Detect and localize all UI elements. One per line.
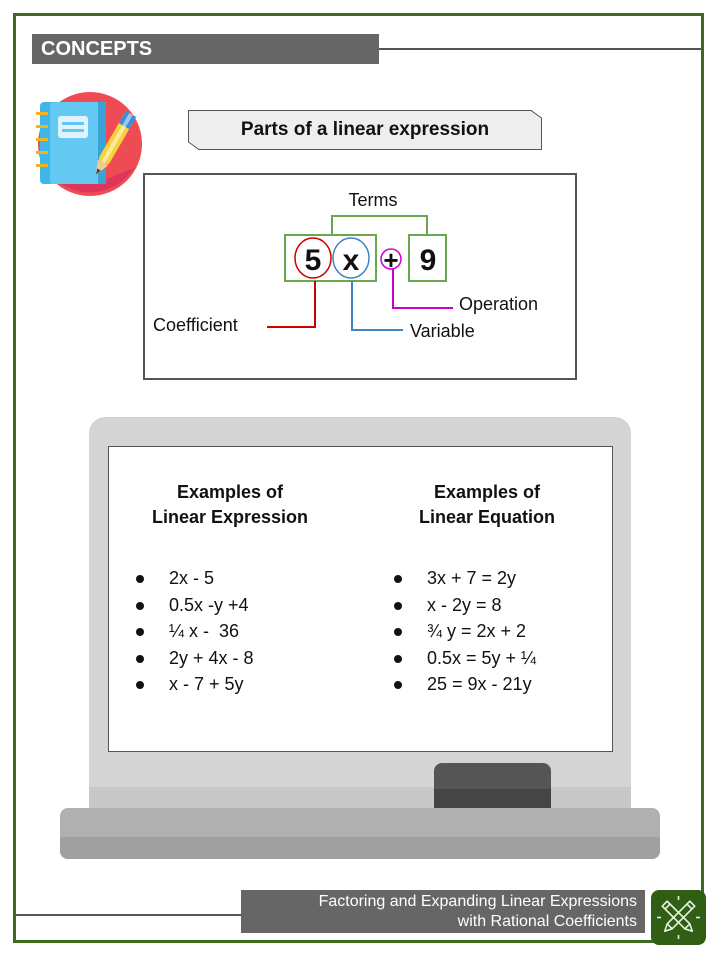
- list-item: 0.5x = 5y + ¼: [391, 645, 536, 672]
- bullet-icon: [136, 681, 144, 689]
- bullet-icon: [394, 681, 402, 689]
- list-item: 25 = 9x - 21y: [391, 671, 536, 698]
- equations-list: 3x + 7 = 2y x - 2y = 8 ¾ y = 2x + 2 0.5x…: [391, 565, 536, 698]
- list-item: ¼ x - 36: [133, 618, 254, 645]
- diagram-title-border: [188, 110, 542, 150]
- bullet-icon: [394, 601, 402, 610]
- bullet-icon: [136, 628, 144, 636]
- notebook-with-pen-icon: [36, 92, 142, 196]
- list-item: 0.5x -y +4: [133, 592, 254, 619]
- variable-leader: [351, 281, 403, 331]
- laptop-base: [60, 808, 660, 859]
- operation-label: Operation: [459, 294, 538, 314]
- bullet-icon: [394, 575, 402, 583]
- worksheet-title: Factoring and Expanding Linear Expressio…: [241, 890, 645, 933]
- header-divider: [379, 48, 704, 50]
- expressions-heading-line1: Examples of: [176, 482, 284, 502]
- constant-value: 9: [420, 244, 437, 277]
- list-item: ¾ y = 2x + 2: [391, 618, 536, 645]
- worksheet-title-line2: with Rational Coefficients: [457, 913, 637, 930]
- bullet-icon: [394, 628, 402, 636]
- bullet-icon: [136, 601, 144, 610]
- expressions-list: 2x - 5 0.5x -y +4 ¼ x - 36 2y + 4x - 8 x…: [133, 565, 254, 698]
- equations-heading-line2: Linear Equation: [418, 507, 555, 527]
- list-item: 2x - 5: [133, 565, 254, 592]
- terms-bracket: [331, 215, 428, 235]
- laptop-hinge: [434, 763, 551, 811]
- coefficient-leader: [267, 281, 316, 328]
- variable-label: Variable: [410, 321, 475, 341]
- bullet-icon: [394, 654, 402, 663]
- section-label: CONCEPTS: [32, 34, 379, 64]
- equations-heading: Examples of Linear Equation: [367, 480, 607, 530]
- equations-heading-line1: Examples of: [433, 482, 541, 502]
- linear-expression-diagram: Terms 5 x + 9 Coefficient Variable Opera…: [153, 190, 538, 341]
- expressions-heading: Examples of Linear Expression: [110, 480, 350, 530]
- crossed-pencils-icon: [651, 890, 706, 945]
- coefficient-value: 5: [305, 244, 322, 277]
- list-item: x - 7 + 5y: [133, 671, 254, 698]
- terms-label: Terms: [349, 190, 398, 210]
- bullet-icon: [136, 575, 144, 583]
- operation-value: +: [383, 245, 398, 275]
- list-item: 2y + 4x - 8: [133, 645, 254, 672]
- expressions-heading-line2: Linear Expression: [151, 507, 309, 527]
- variable-value: x: [343, 244, 360, 277]
- list-item: x - 2y = 8: [391, 592, 536, 619]
- list-item: 3x + 7 = 2y: [391, 565, 536, 592]
- worksheet-title-line1: Factoring and Expanding Linear Expressio…: [318, 893, 637, 910]
- coefficient-label: Coefficient: [153, 315, 238, 335]
- footer-divider: [16, 914, 242, 916]
- bullet-icon: [136, 654, 144, 663]
